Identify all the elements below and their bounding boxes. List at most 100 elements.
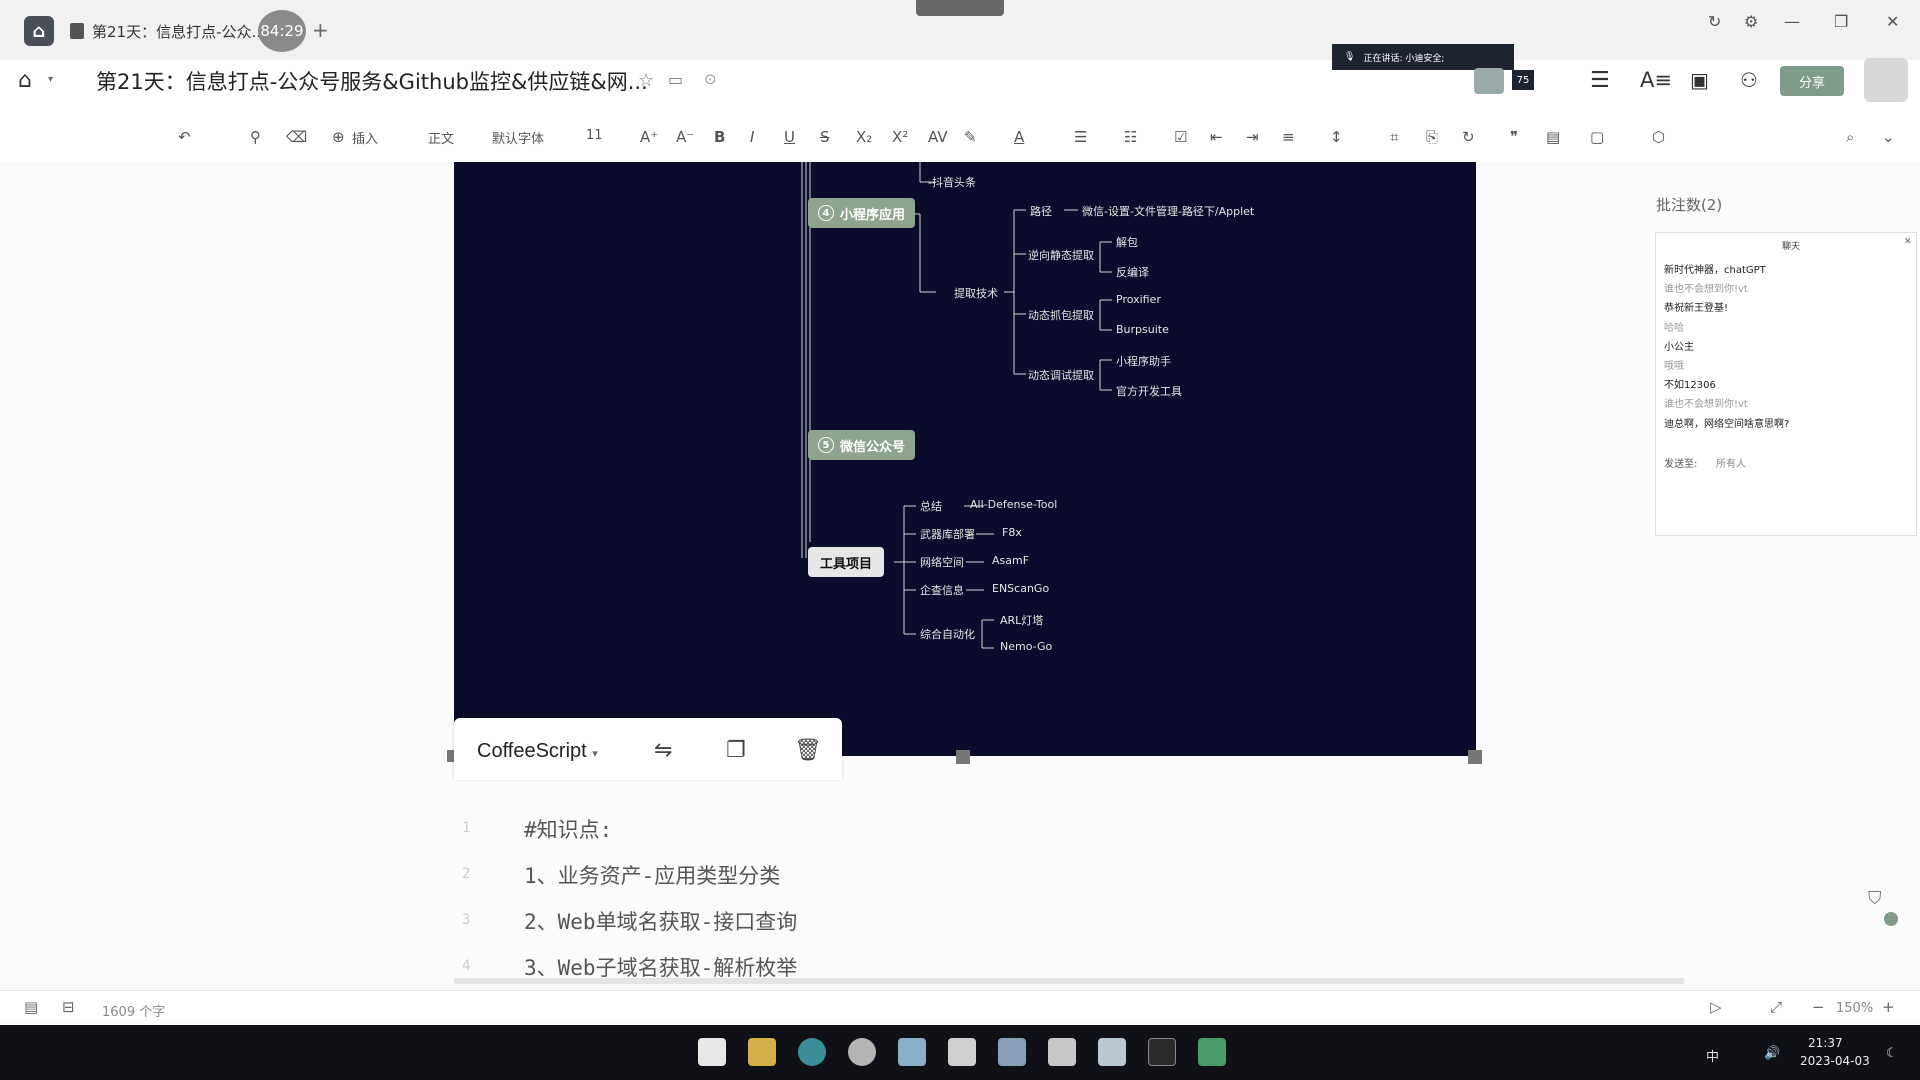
search-icon[interactable]: ⌕: [1846, 128, 1854, 146]
share-button[interactable]: 分享: [1780, 66, 1844, 96]
folder-icon[interactable]: ▭: [668, 70, 683, 89]
chevron-down-icon: ▾: [592, 748, 598, 760]
replace-image-icon[interactable]: ⎘: [1426, 128, 1438, 146]
editor-app-icon[interactable]: [1048, 1038, 1076, 1066]
participant-avatar[interactable]: [1474, 68, 1504, 94]
indent-increase-icon[interactable]: ⇥: [1246, 128, 1259, 146]
chat-title: 聊天: [1782, 242, 1801, 252]
code-line[interactable]: 1、业务资产-应用类型分类: [524, 860, 780, 890]
menu-icon[interactable]: ☰: [1590, 68, 1610, 93]
node-summary-value: All-Defense-Tool: [970, 498, 1058, 511]
volume-icon[interactable]: 🔊: [1764, 1046, 1780, 1061]
page-view-icon[interactable]: ⊟: [62, 998, 75, 1016]
shield-app-icon[interactable]: [1098, 1038, 1126, 1066]
rotate-icon[interactable]: ↻: [1462, 128, 1475, 146]
zoom-out-button[interactable]: −: [1812, 998, 1825, 1016]
decrease-font-icon[interactable]: A⁻: [676, 128, 694, 146]
page-icon[interactable]: ▢: [1590, 128, 1604, 146]
help-badge-icon[interactable]: [1884, 912, 1898, 926]
format-painter-icon[interactable]: ⚲: [250, 128, 261, 146]
outline-icon[interactable]: ▤: [24, 998, 38, 1016]
wrap-icon[interactable]: ▤: [1546, 128, 1560, 146]
word-count[interactable]: 1609 个字: [102, 1001, 165, 1020]
file-explorer-icon[interactable]: [748, 1038, 776, 1066]
zoom-level[interactable]: 150%: [1836, 1001, 1873, 1016]
paragraph-style-select[interactable]: 正文: [428, 128, 454, 147]
home-icon[interactable]: ⌂: [18, 68, 32, 93]
node-path: 路径: [1030, 205, 1052, 218]
subscript-icon[interactable]: X₂: [856, 128, 872, 146]
superscript-icon[interactable]: X²: [892, 128, 908, 146]
node-automation: 综合自动化: [920, 628, 975, 641]
insert-plus-icon[interactable]: ⊕: [332, 128, 345, 146]
line-spacing-icon[interactable]: ↕: [1330, 128, 1343, 146]
indent-decrease-icon[interactable]: ⇤: [1210, 128, 1223, 146]
crop-icon[interactable]: ⌗: [1390, 128, 1398, 146]
play-icon[interactable]: ▷: [1710, 998, 1722, 1016]
app-icon[interactable]: [898, 1038, 926, 1066]
code-line[interactable]: 2、Web单域名获取-接口查询: [524, 906, 797, 936]
resize-handle-corner[interactable]: [1468, 750, 1482, 764]
meeting-app-icon[interactable]: [1198, 1038, 1226, 1066]
zoom-in-button[interactable]: +: [1882, 998, 1895, 1016]
font-size-select[interactable]: 11: [586, 128, 603, 143]
bullet-list-icon[interactable]: ☰: [1074, 128, 1087, 146]
numbered-list-icon[interactable]: ☷: [1124, 128, 1137, 146]
collaborator-icon[interactable]: ⚇: [1740, 68, 1758, 92]
photos-app-icon[interactable]: [998, 1038, 1026, 1066]
home-dropdown-icon[interactable]: ▾: [48, 74, 53, 85]
increase-font-icon[interactable]: A⁺: [640, 128, 658, 146]
undo-icon[interactable]: ↶: [178, 128, 191, 146]
bold-icon[interactable]: B: [714, 128, 725, 146]
font-style-icon[interactable]: A≡: [1640, 68, 1672, 92]
start-menu-icon[interactable]: [698, 1038, 726, 1066]
close-window-button[interactable]: ✕: [1886, 12, 1899, 31]
terminal-icon[interactable]: [1148, 1038, 1176, 1066]
code-line[interactable]: #知识点:: [524, 814, 612, 844]
quote-icon[interactable]: ❞: [1510, 128, 1518, 146]
highlight-icon[interactable]: ✎: [964, 128, 977, 146]
docs-app-icon[interactable]: [948, 1038, 976, 1066]
wrap-lines-icon[interactable]: ⇋: [654, 738, 672, 763]
fullscreen-icon[interactable]: ⤢: [1770, 998, 1782, 1016]
user-avatar[interactable]: [1864, 58, 1908, 102]
comments-title[interactable]: 批注数(2): [1656, 194, 1722, 215]
underline-icon[interactable]: U: [784, 128, 795, 146]
chat-close-icon[interactable]: ✕: [1904, 237, 1912, 247]
chrome-browser-icon[interactable]: [848, 1038, 876, 1066]
page-title[interactable]: 第21天：信息打点-公众号服务&Github监控&供应链&网...: [96, 66, 648, 96]
align-icon[interactable]: ≡: [1282, 128, 1295, 146]
clock-time[interactable]: 21:37: [1808, 1036, 1843, 1050]
horizontal-scrollbar[interactable]: [454, 978, 1684, 984]
font-family-select[interactable]: 默认字体: [492, 128, 544, 147]
copy-icon[interactable]: ❐: [726, 738, 746, 763]
resize-handle-bottom[interactable]: [956, 750, 970, 764]
send-to-label: 发送至:: [1664, 459, 1698, 470]
presentation-icon[interactable]: ▣: [1690, 68, 1709, 92]
mindmap-image[interactable]: -抖音头条 4 小程序应用 路径 微信-设置-文件管理-路径下/Applet 提…: [454, 162, 1476, 756]
settings-icon[interactable]: ⚙: [1744, 12, 1758, 31]
minimize-button[interactable]: —: [1784, 12, 1800, 31]
eraser-icon[interactable]: ⌫: [286, 128, 307, 146]
char-spacing-icon[interactable]: AV: [928, 128, 948, 146]
edge-browser-icon[interactable]: [798, 1038, 826, 1066]
italic-icon[interactable]: I: [750, 128, 754, 146]
collapse-toolbar-icon[interactable]: ⌄: [1882, 128, 1895, 146]
leaf-douyin: -抖音头条: [928, 176, 976, 189]
strikethrough-icon[interactable]: S: [820, 128, 830, 146]
insert-button[interactable]: 插入: [352, 128, 378, 147]
maximize-button[interactable]: ❐: [1834, 12, 1848, 31]
shirt-icon[interactable]: ⛉: [1868, 888, 1882, 909]
refresh-icon[interactable]: ↻: [1708, 12, 1721, 31]
language-select[interactable]: CoffeeScript ▾: [477, 740, 598, 763]
new-tab-button[interactable]: +: [312, 18, 329, 42]
input-method-indicator[interactable]: 中: [1706, 1046, 1719, 1065]
delete-icon[interactable]: 🗑: [794, 738, 822, 763]
checklist-icon[interactable]: ☑: [1174, 128, 1187, 146]
clock-date[interactable]: 2023-04-03: [1800, 1054, 1870, 1068]
font-color-icon[interactable]: A: [1014, 128, 1024, 146]
plugin-icon[interactable]: ⬡: [1652, 128, 1665, 146]
send-target-select[interactable]: 所有人: [1716, 455, 1746, 470]
notification-icon[interactable]: ☾: [1886, 1046, 1898, 1061]
star-icon[interactable]: ☆: [638, 70, 654, 91]
